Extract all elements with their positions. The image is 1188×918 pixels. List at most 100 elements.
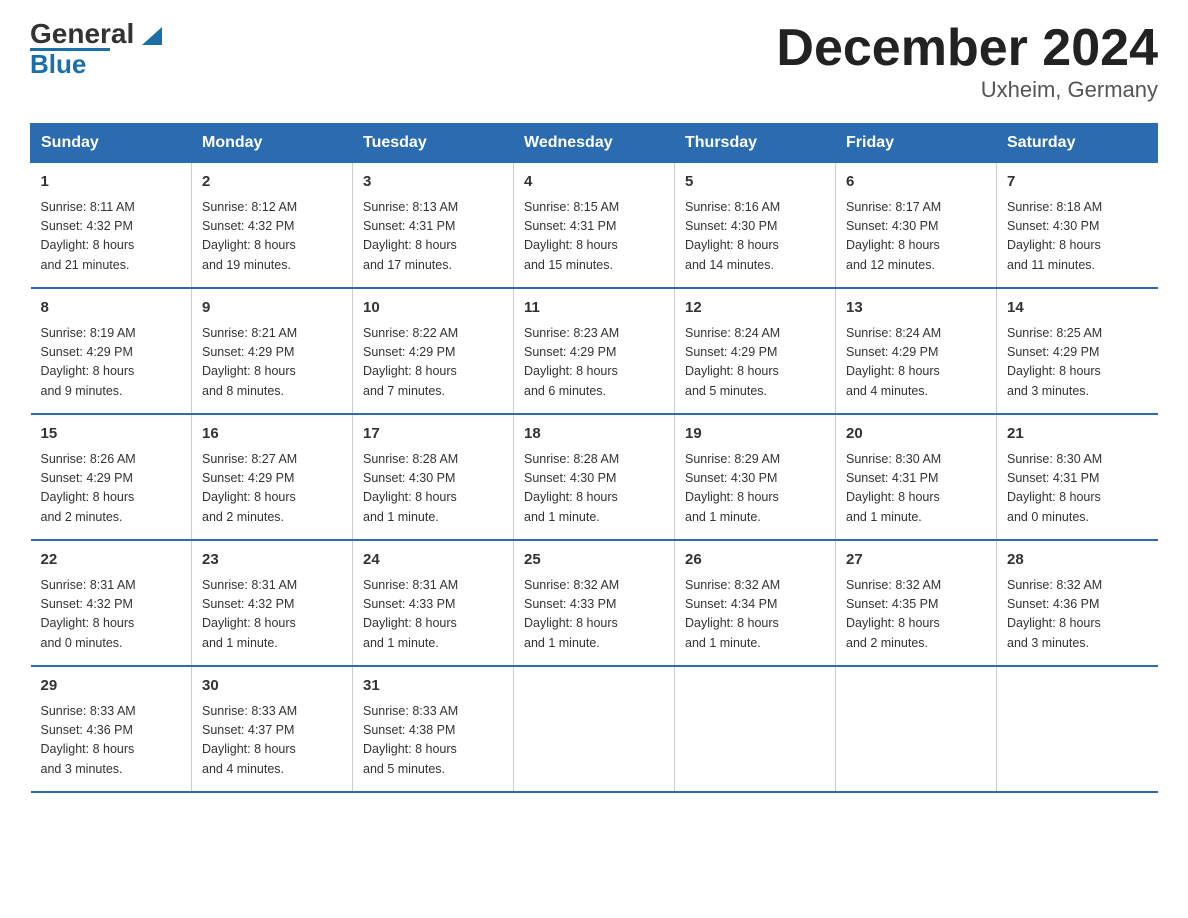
- calendar-cell: 17Sunrise: 8:28 AM Sunset: 4:30 PM Dayli…: [353, 414, 514, 540]
- day-info: Sunrise: 8:30 AM Sunset: 4:31 PM Dayligh…: [1007, 450, 1148, 528]
- calendar-cell: 13Sunrise: 8:24 AM Sunset: 4:29 PM Dayli…: [836, 288, 997, 414]
- calendar-cell: 15 Sunrise: 8:26 AM Sunset: 4:29 PM Dayli…: [31, 414, 192, 540]
- day-info: Sunrise: 8:19 AM Sunset: 4:29 PM Dayligh…: [41, 324, 182, 402]
- day-number: 17: [363, 423, 503, 446]
- day-number: 27: [846, 549, 986, 572]
- day-info: Sunrise: 8:31 AM Sunset: 4:32 PM Dayligh…: [41, 576, 182, 654]
- day-info: Sunrise: 8:24 AM Sunset: 4:29 PM Dayligh…: [846, 324, 986, 402]
- calendar-cell: 25 Sunrise: 8:32 AM Sunset: 4:33 PM Dayli…: [514, 540, 675, 666]
- logo-text: General: [30, 20, 162, 48]
- day-number: 28: [1007, 549, 1148, 572]
- day-info: Sunrise: 8:11 AM Sunset: 4:32 PM Dayligh…: [41, 198, 182, 276]
- weekday-header: Monday: [192, 124, 353, 163]
- weekday-header: Friday: [836, 124, 997, 163]
- day-number: 16: [202, 423, 342, 446]
- day-number: 15: [41, 423, 182, 446]
- calendar-cell: 8 Sunrise: 8:19 AM Sunset: 4:29 PM Daylig…: [31, 288, 192, 414]
- day-number: 8: [41, 297, 182, 320]
- calendar-cell: 22 Sunrise: 8:31 AM Sunset: 4:32 PM Dayli…: [31, 540, 192, 666]
- day-info: Sunrise: 8:21 AM Sunset: 4:29 PM Dayligh…: [202, 324, 342, 402]
- day-number: 20: [846, 423, 986, 446]
- weekday-header: Sunday: [31, 124, 192, 163]
- day-number: 6: [846, 171, 986, 194]
- day-number: 19: [685, 423, 825, 446]
- calendar-week-row: 15 Sunrise: 8:26 AM Sunset: 4:29 PM Dayli…: [31, 414, 1158, 540]
- day-info: Sunrise: 8:17 AM Sunset: 4:30 PM Dayligh…: [846, 198, 986, 276]
- day-number: 11: [524, 297, 664, 320]
- day-info: Sunrise: 8:25 AM Sunset: 4:29 PM Dayligh…: [1007, 324, 1148, 402]
- day-number: 23: [202, 549, 342, 572]
- day-number: 4: [524, 171, 664, 194]
- day-number: 22: [41, 549, 182, 572]
- day-info: Sunrise: 8:27 AM Sunset: 4:29 PM Dayligh…: [202, 450, 342, 528]
- day-info: Sunrise: 8:32 AM Sunset: 4:35 PM Dayligh…: [846, 576, 986, 654]
- calendar-cell: 18 Sunrise: 8:28 AM Sunset: 4:30 PM Dayli…: [514, 414, 675, 540]
- calendar-cell: 10 Sunrise: 8:22 AM Sunset: 4:29 PM Dayli…: [353, 288, 514, 414]
- calendar-cell: 16 Sunrise: 8:27 AM Sunset: 4:29 PM Dayli…: [192, 414, 353, 540]
- weekday-header: Saturday: [997, 124, 1158, 163]
- calendar-cell: 3Sunrise: 8:13 AM Sunset: 4:31 PM Daylig…: [353, 163, 514, 289]
- title-block: December 2024 Uxheim, Germany: [776, 20, 1158, 103]
- day-number: 5: [685, 171, 825, 194]
- day-info: Sunrise: 8:33 AM Sunset: 4:38 PM Dayligh…: [363, 702, 503, 780]
- day-info: Sunrise: 8:33 AM Sunset: 4:37 PM Dayligh…: [202, 702, 342, 780]
- day-info: Sunrise: 8:32 AM Sunset: 4:36 PM Dayligh…: [1007, 576, 1148, 654]
- logo-blue-text: Blue: [30, 49, 86, 80]
- day-info: Sunrise: 8:32 AM Sunset: 4:33 PM Dayligh…: [524, 576, 664, 654]
- day-info: Sunrise: 8:31 AM Sunset: 4:33 PM Dayligh…: [363, 576, 503, 654]
- day-number: 29: [41, 675, 182, 698]
- calendar-week-row: 1 Sunrise: 8:11 AM Sunset: 4:32 PM Daylig…: [31, 163, 1158, 289]
- day-info: Sunrise: 8:31 AM Sunset: 4:32 PM Dayligh…: [202, 576, 342, 654]
- day-info: Sunrise: 8:16 AM Sunset: 4:30 PM Dayligh…: [685, 198, 825, 276]
- calendar-cell: 2 Sunrise: 8:12 AM Sunset: 4:32 PM Daylig…: [192, 163, 353, 289]
- day-number: 18: [524, 423, 664, 446]
- day-info: Sunrise: 8:32 AM Sunset: 4:34 PM Dayligh…: [685, 576, 825, 654]
- calendar-cell: 21 Sunrise: 8:30 AM Sunset: 4:31 PM Dayli…: [997, 414, 1158, 540]
- calendar-cell: 28 Sunrise: 8:32 AM Sunset: 4:36 PM Dayli…: [997, 540, 1158, 666]
- day-info: Sunrise: 8:22 AM Sunset: 4:29 PM Dayligh…: [363, 324, 503, 402]
- calendar-cell: 6 Sunrise: 8:17 AM Sunset: 4:30 PM Daylig…: [836, 163, 997, 289]
- day-info: Sunrise: 8:12 AM Sunset: 4:32 PM Dayligh…: [202, 198, 342, 276]
- day-number: 21: [1007, 423, 1148, 446]
- calendar-cell: [514, 666, 675, 792]
- day-info: Sunrise: 8:13 AM Sunset: 4:31 PM Dayligh…: [363, 198, 503, 276]
- calendar-header: SundayMondayTuesdayWednesdayThursdayFrid…: [31, 124, 1158, 163]
- calendar-table: SundayMondayTuesdayWednesdayThursdayFrid…: [30, 123, 1158, 793]
- day-info: Sunrise: 8:30 AM Sunset: 4:31 PM Dayligh…: [846, 450, 986, 528]
- calendar-cell: 19 Sunrise: 8:29 AM Sunset: 4:30 PM Dayli…: [675, 414, 836, 540]
- day-info: Sunrise: 8:33 AM Sunset: 4:36 PM Dayligh…: [41, 702, 182, 780]
- calendar-cell: 14 Sunrise: 8:25 AM Sunset: 4:29 PM Dayli…: [997, 288, 1158, 414]
- calendar-cell: 27 Sunrise: 8:32 AM Sunset: 4:35 PM Dayli…: [836, 540, 997, 666]
- weekday-header: Thursday: [675, 124, 836, 163]
- day-number: 7: [1007, 171, 1148, 194]
- calendar-cell: 30 Sunrise: 8:33 AM Sunset: 4:37 PM Dayli…: [192, 666, 353, 792]
- day-info: Sunrise: 8:29 AM Sunset: 4:30 PM Dayligh…: [685, 450, 825, 528]
- day-number: 1: [41, 171, 182, 194]
- day-info: Sunrise: 8:18 AM Sunset: 4:30 PM Dayligh…: [1007, 198, 1148, 276]
- page-header: General Blue December 2024 Uxheim, Germa…: [30, 20, 1158, 103]
- calendar-cell: [836, 666, 997, 792]
- day-number: 24: [363, 549, 503, 572]
- day-number: 2: [202, 171, 342, 194]
- day-info: Sunrise: 8:26 AM Sunset: 4:29 PM Dayligh…: [41, 450, 182, 528]
- month-title: December 2024: [776, 20, 1158, 77]
- day-number: 10: [363, 297, 503, 320]
- day-info: Sunrise: 8:28 AM Sunset: 4:30 PM Dayligh…: [524, 450, 664, 528]
- day-number: 9: [202, 297, 342, 320]
- day-number: 25: [524, 549, 664, 572]
- day-number: 14: [1007, 297, 1148, 320]
- calendar-cell: 23 Sunrise: 8:31 AM Sunset: 4:32 PM Dayli…: [192, 540, 353, 666]
- day-info: Sunrise: 8:15 AM Sunset: 4:31 PM Dayligh…: [524, 198, 664, 276]
- logo: General Blue: [30, 20, 162, 80]
- calendar-cell: 26 Sunrise: 8:32 AM Sunset: 4:34 PM Dayli…: [675, 540, 836, 666]
- calendar-cell: 11 Sunrise: 8:23 AM Sunset: 4:29 PM Dayli…: [514, 288, 675, 414]
- day-number: 31: [363, 675, 503, 698]
- calendar-cell: [997, 666, 1158, 792]
- calendar-cell: 5 Sunrise: 8:16 AM Sunset: 4:30 PM Daylig…: [675, 163, 836, 289]
- day-number: 26: [685, 549, 825, 572]
- calendar-cell: 31 Sunrise: 8:33 AM Sunset: 4:38 PM Dayli…: [353, 666, 514, 792]
- calendar-cell: 20 Sunrise: 8:30 AM Sunset: 4:31 PM Dayli…: [836, 414, 997, 540]
- calendar-week-row: 22 Sunrise: 8:31 AM Sunset: 4:32 PM Dayli…: [31, 540, 1158, 666]
- day-number: 30: [202, 675, 342, 698]
- day-info: Sunrise: 8:23 AM Sunset: 4:29 PM Dayligh…: [524, 324, 664, 402]
